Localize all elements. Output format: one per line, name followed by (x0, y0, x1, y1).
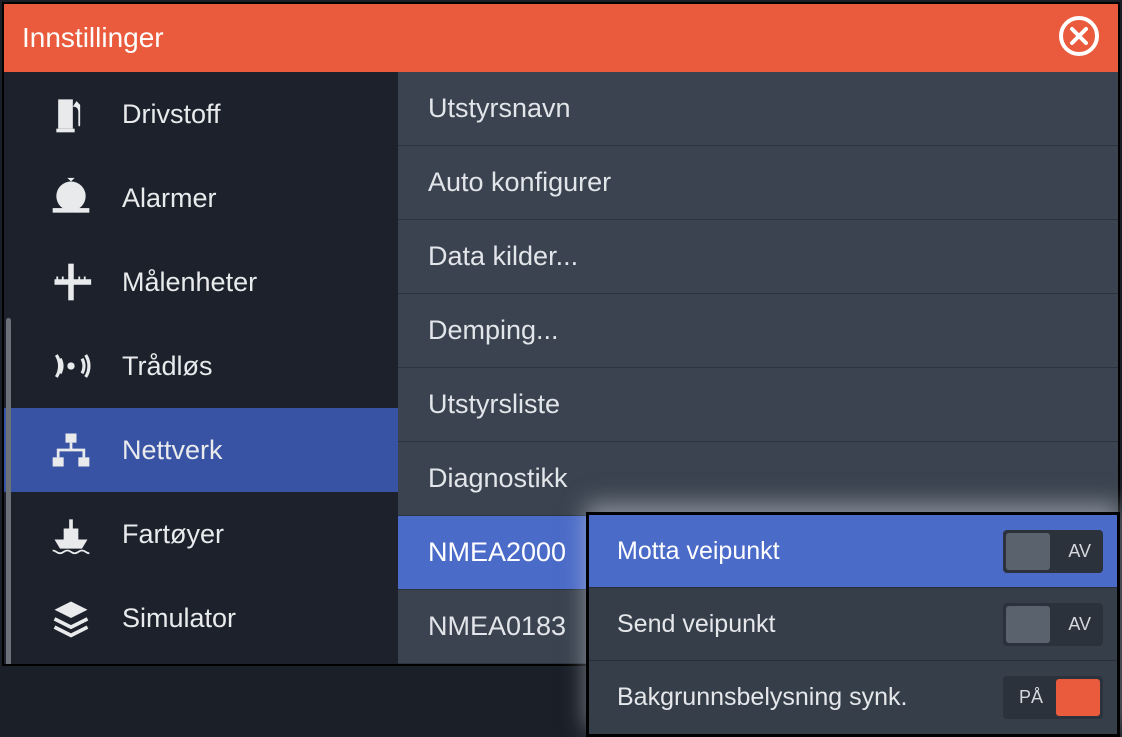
submenu-item-label: Bakgrunnsbelysning synk. (617, 683, 907, 712)
sidebar-item-label: Trådløs (122, 351, 213, 382)
backlight-sync-toggle[interactable]: PÅ (1003, 676, 1103, 719)
close-icon (1058, 15, 1100, 62)
settings-dialog: Innstillinger Drivstoff Al (2, 2, 1120, 666)
titlebar: Innstillinger (4, 4, 1118, 72)
main-item-label: NMEA2000 (428, 537, 566, 568)
submenu-item-receive-waypoint[interactable]: Motta veipunkt AV (589, 515, 1117, 588)
main-item-auto-config[interactable]: Auto konfigurer (398, 146, 1118, 220)
sidebar: Drivstoff Alarmer Målenheter Trådløs (4, 72, 398, 664)
dialog-title: Innstillinger (22, 22, 164, 54)
main-item-device-name[interactable]: Utstyrsnavn (398, 72, 1118, 146)
sidebar-item-wireless[interactable]: Trådløs (4, 324, 398, 408)
sidebar-item-label: Drivstoff (122, 99, 221, 130)
submenu-item-send-waypoint[interactable]: Send veipunkt AV (589, 588, 1117, 661)
sidebar-item-label: Simulator (122, 603, 236, 634)
toggle-state-label: AV (1068, 541, 1091, 562)
close-button[interactable] (1058, 17, 1100, 59)
main-item-label: Auto konfigurer (428, 167, 611, 198)
main-item-label: Utstyrsliste (428, 389, 560, 420)
fuel-pump-icon (48, 91, 94, 137)
layers-icon (48, 595, 94, 641)
main-item-label: Diagnostikk (428, 463, 568, 494)
main-item-label: Data kilder... (428, 241, 578, 272)
toggle-state-label: PÅ (1019, 687, 1043, 708)
sidebar-item-vessels[interactable]: Fartøyer (4, 492, 398, 576)
toggle-knob (1006, 606, 1050, 643)
sidebar-item-label: Målenheter (122, 267, 257, 298)
submenu-item-label: Send veipunkt (617, 610, 775, 639)
sidebar-item-alarms[interactable]: Alarmer (4, 156, 398, 240)
main-item-label: Demping... (428, 315, 559, 346)
submenu-item-backlight-sync[interactable]: Bakgrunnsbelysning synk. PÅ (589, 661, 1117, 734)
main-item-device-list[interactable]: Utstyrsliste (398, 368, 1118, 442)
sidebar-item-fuel[interactable]: Drivstoff (4, 72, 398, 156)
sidebar-item-network[interactable]: Nettverk (4, 408, 398, 492)
ship-icon (48, 511, 94, 557)
sidebar-item-label: Fartøyer (122, 519, 224, 550)
sidebar-item-simulator[interactable]: Simulator (4, 576, 398, 660)
alarm-bell-icon (48, 175, 94, 221)
receive-waypoint-toggle[interactable]: AV (1003, 530, 1103, 573)
toggle-state-label: AV (1068, 614, 1091, 635)
ruler-icon (48, 259, 94, 305)
main-item-data-sources[interactable]: Data kilder... (398, 220, 1118, 294)
main-item-damping[interactable]: Demping... (398, 294, 1118, 368)
main-item-label: NMEA0183 (428, 611, 566, 642)
sidebar-item-label: Nettverk (122, 435, 223, 466)
sidebar-item-label: Alarmer (122, 183, 217, 214)
submenu-item-label: Motta veipunkt (617, 537, 780, 566)
nmea2000-submenu: Motta veipunkt AV Send veipunkt AV Bakgr… (586, 512, 1120, 737)
main-item-diagnostics[interactable]: Diagnostikk (398, 442, 1118, 516)
toggle-knob (1056, 679, 1100, 716)
network-icon (48, 427, 94, 473)
main-item-label: Utstyrsnavn (428, 93, 571, 124)
wireless-icon (48, 343, 94, 389)
send-waypoint-toggle[interactable]: AV (1003, 603, 1103, 646)
toggle-knob (1006, 533, 1050, 570)
sidebar-item-units[interactable]: Målenheter (4, 240, 398, 324)
